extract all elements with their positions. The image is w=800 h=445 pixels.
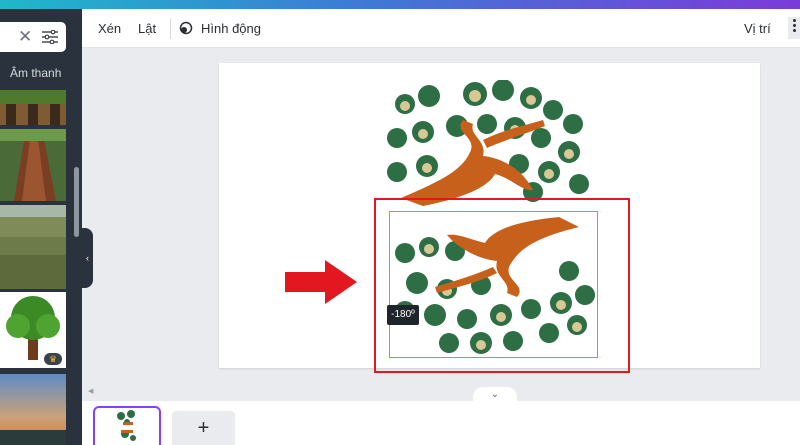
bonsai-tree-image[interactable] [383, 80, 603, 210]
chevron-down-icon[interactable]: ⌄ [473, 387, 517, 401]
animate-button[interactable]: Hình động [201, 21, 261, 36]
arrow-right-icon [285, 260, 357, 304]
crown-icon: ♛ [44, 353, 62, 365]
toolbar-divider [170, 18, 171, 39]
flip-button[interactable]: Lật [138, 21, 156, 36]
panel-scrollbar[interactable] [74, 167, 79, 237]
image-thumbnail[interactable] [0, 205, 66, 289]
editor-toolbar: Xén Lật Hình động Vị trí [82, 9, 800, 48]
category-label[interactable]: Âm thanh [10, 66, 61, 80]
add-page-button[interactable]: + [172, 411, 235, 445]
horizontal-scrollbar[interactable]: ◀ [88, 388, 794, 395]
chevron-left-icon[interactable]: ‹ [82, 228, 93, 288]
animation-icon [179, 21, 193, 35]
highlight-annotation [374, 198, 630, 373]
search-box[interactable]: ✕ [0, 22, 66, 52]
top-gradient-bar [0, 0, 800, 9]
position-button[interactable]: Vị trí [744, 21, 771, 36]
image-thumbnail[interactable] [0, 374, 66, 445]
more-vertical-icon[interactable] [788, 17, 800, 39]
sliders-icon[interactable] [42, 30, 58, 44]
close-icon[interactable]: ✕ [18, 27, 32, 47]
image-thumbnail[interactable] [0, 90, 66, 125]
rotation-badge: -180º [387, 305, 419, 325]
crop-button[interactable]: Xén [98, 21, 121, 36]
image-thumbnail[interactable] [0, 129, 66, 201]
page-thumbnail[interactable] [93, 406, 161, 445]
